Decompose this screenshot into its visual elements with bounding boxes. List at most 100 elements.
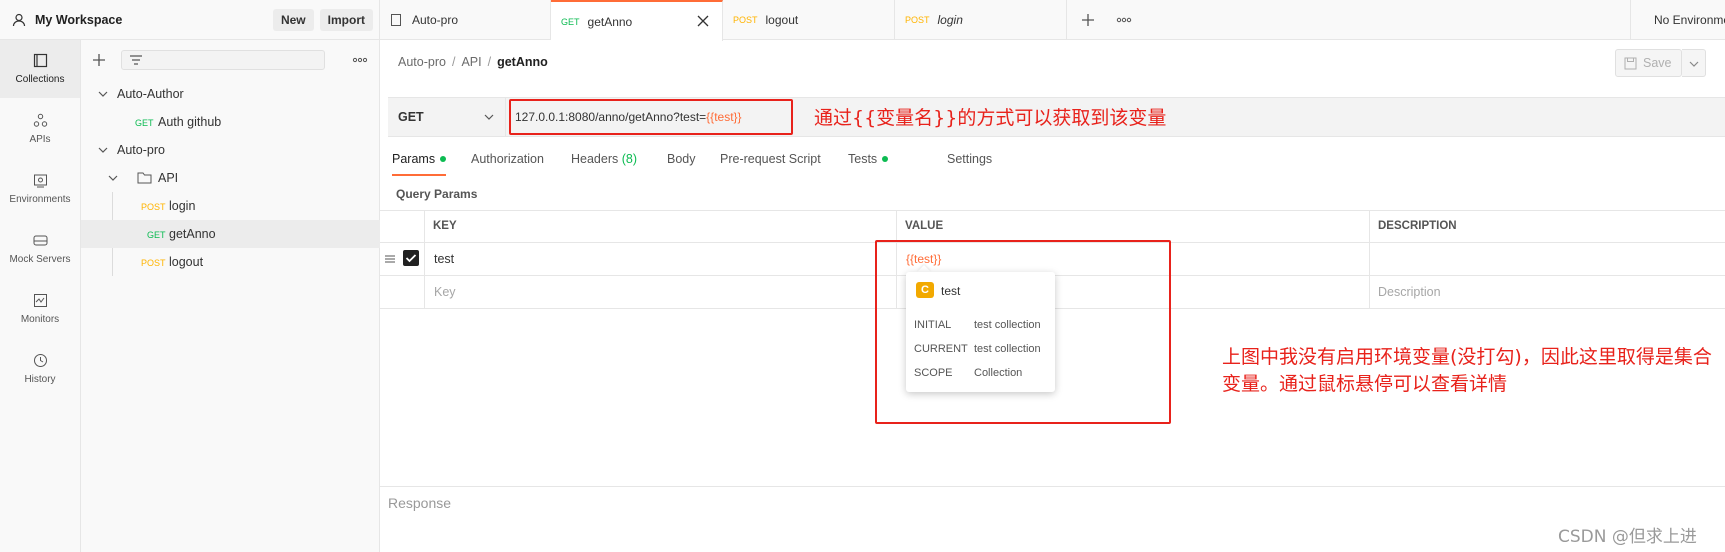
filter-icon[interactable] [129, 53, 143, 67]
save-button[interactable]: Save [1615, 49, 1682, 77]
chevron-down-icon[interactable] [98, 89, 108, 99]
tab-headers[interactable]: Headers (8) [571, 152, 637, 176]
new-param-key-input[interactable]: Key [434, 285, 456, 299]
rail-apis[interactable]: APIs [0, 100, 80, 158]
tab-settings[interactable]: Settings [947, 152, 992, 176]
rail-collections[interactable]: Collections [0, 40, 80, 98]
user-icon [12, 13, 26, 26]
collection-file-icon [391, 14, 401, 26]
tab-label: Body [667, 152, 696, 166]
tree-label: Auto-Author [117, 87, 184, 101]
save-dropdown[interactable] [1682, 49, 1706, 77]
rail-label: Mock Servers [9, 254, 71, 265]
environment-selector[interactable]: No Environme [1654, 13, 1725, 27]
new-param-description-input[interactable]: Description [1378, 285, 1441, 299]
rail-history[interactable]: History [0, 340, 80, 398]
chevron-down-icon [484, 114, 494, 120]
tab-label: Authorization [471, 152, 544, 166]
rail-mock-servers[interactable]: Mock Servers [0, 220, 80, 278]
response-divider[interactable] [380, 486, 1725, 487]
new-button[interactable]: New [272, 8, 314, 31]
tab-label: Settings [947, 152, 993, 166]
environments-icon [33, 174, 47, 188]
tab-label: Params [392, 152, 436, 166]
rail-label: Environments [9, 194, 71, 205]
add-collection-icon[interactable] [92, 53, 106, 67]
tree-label: getAnno [169, 227, 216, 241]
tab-body[interactable]: Body [667, 152, 696, 176]
mock-servers-icon [33, 235, 47, 246]
tree-request-logout[interactable]: POST logout [81, 248, 380, 276]
chevron-down-icon[interactable] [98, 145, 108, 155]
tree-request-getanno[interactable]: GET getAnno [81, 220, 380, 248]
tab-bar: Auto-pro GET getAnno POST logout POST lo… [380, 0, 1725, 41]
close-icon[interactable] [696, 14, 710, 28]
collections-icon [33, 53, 47, 68]
rail-monitors[interactable]: Monitors [0, 280, 80, 338]
status-dot [882, 156, 889, 162]
tree-method: GET [147, 230, 166, 240]
sidebar-toolbar [81, 40, 380, 80]
tab-logout[interactable]: POST logout [723, 0, 895, 40]
response-title: Response [388, 495, 452, 511]
tab-label: Tests [848, 152, 878, 166]
tree-request-login[interactable]: POST login [81, 192, 380, 220]
tab-label: logout [765, 13, 799, 27]
tree-collection-auto-author[interactable]: Auto-Author [81, 80, 380, 108]
method-select[interactable]: GET [388, 98, 506, 136]
tree-method: POST [141, 258, 166, 268]
method-label: GET [398, 110, 424, 124]
table-rule [380, 210, 1725, 211]
tab-pre-request-script[interactable]: Pre-request Script [720, 152, 821, 176]
environment-divider [1630, 0, 1631, 40]
import-button[interactable]: Import [319, 8, 373, 31]
breadcrumb-folder[interactable]: API [461, 55, 481, 69]
tab-method: POST [733, 15, 758, 25]
history-icon [33, 354, 47, 367]
tab-auto-pro[interactable]: Auto-pro [380, 0, 551, 40]
folder-icon [137, 172, 152, 184]
apis-icon [33, 113, 47, 127]
headers-count: (8) [621, 152, 638, 166]
chevron-down-icon[interactable] [108, 173, 118, 183]
tree-method: GET [135, 118, 154, 128]
breadcrumb-separator: / [451, 55, 456, 69]
rail-environments[interactable]: Environments [0, 160, 80, 218]
tree-request-auth-github[interactable]: GET Auth github [81, 108, 380, 136]
save-icon [1624, 57, 1637, 69]
checkmark-icon [405, 254, 417, 263]
tab-login[interactable]: POST login [895, 0, 1067, 40]
query-params-title: Query Params [396, 187, 478, 201]
column-header-value: VALUE [905, 220, 944, 232]
more-options-icon[interactable] [352, 53, 368, 67]
tab-label: Headers [571, 152, 619, 166]
table-divider [1369, 210, 1370, 308]
workspace-title[interactable]: My Workspace [35, 13, 273, 27]
tab-label: Pre-request Script [720, 152, 821, 166]
chevron-down-icon [1689, 61, 1699, 67]
tab-tests[interactable]: Tests [848, 152, 889, 176]
tree-folder-api[interactable]: API [81, 164, 380, 192]
tab-method: POST [905, 15, 930, 25]
monitors-icon [33, 294, 47, 307]
workspace-header: My Workspace New Import [0, 0, 380, 40]
annotation-box-url [509, 99, 793, 135]
add-tab-icon[interactable] [1080, 12, 1096, 28]
tab-getanno[interactable]: GET getAnno [551, 0, 723, 41]
breadcrumb-separator: / [487, 55, 492, 69]
drag-handle-icon[interactable] [384, 253, 396, 265]
param-enabled-checkbox[interactable] [403, 250, 419, 266]
tree-collection-auto-pro[interactable]: Auto-pro [81, 136, 380, 164]
tab-params[interactable]: Params [392, 152, 447, 176]
breadcrumb-current: getAnno [497, 55, 548, 69]
more-tabs-icon[interactable] [1116, 12, 1132, 28]
breadcrumb: Auto-pro / API / getAnno [398, 55, 548, 69]
save-label: Save [1643, 56, 1672, 70]
param-key-cell[interactable]: test [434, 252, 454, 266]
collections-sidebar: Auto-Author GET Auth github Auto-pro API… [81, 40, 380, 552]
sidebar-search-input[interactable] [121, 50, 325, 70]
tree-method: POST [141, 202, 166, 212]
breadcrumb-collection[interactable]: Auto-pro [398, 55, 446, 69]
tab-authorization[interactable]: Authorization [471, 152, 544, 176]
status-dot [440, 156, 447, 162]
